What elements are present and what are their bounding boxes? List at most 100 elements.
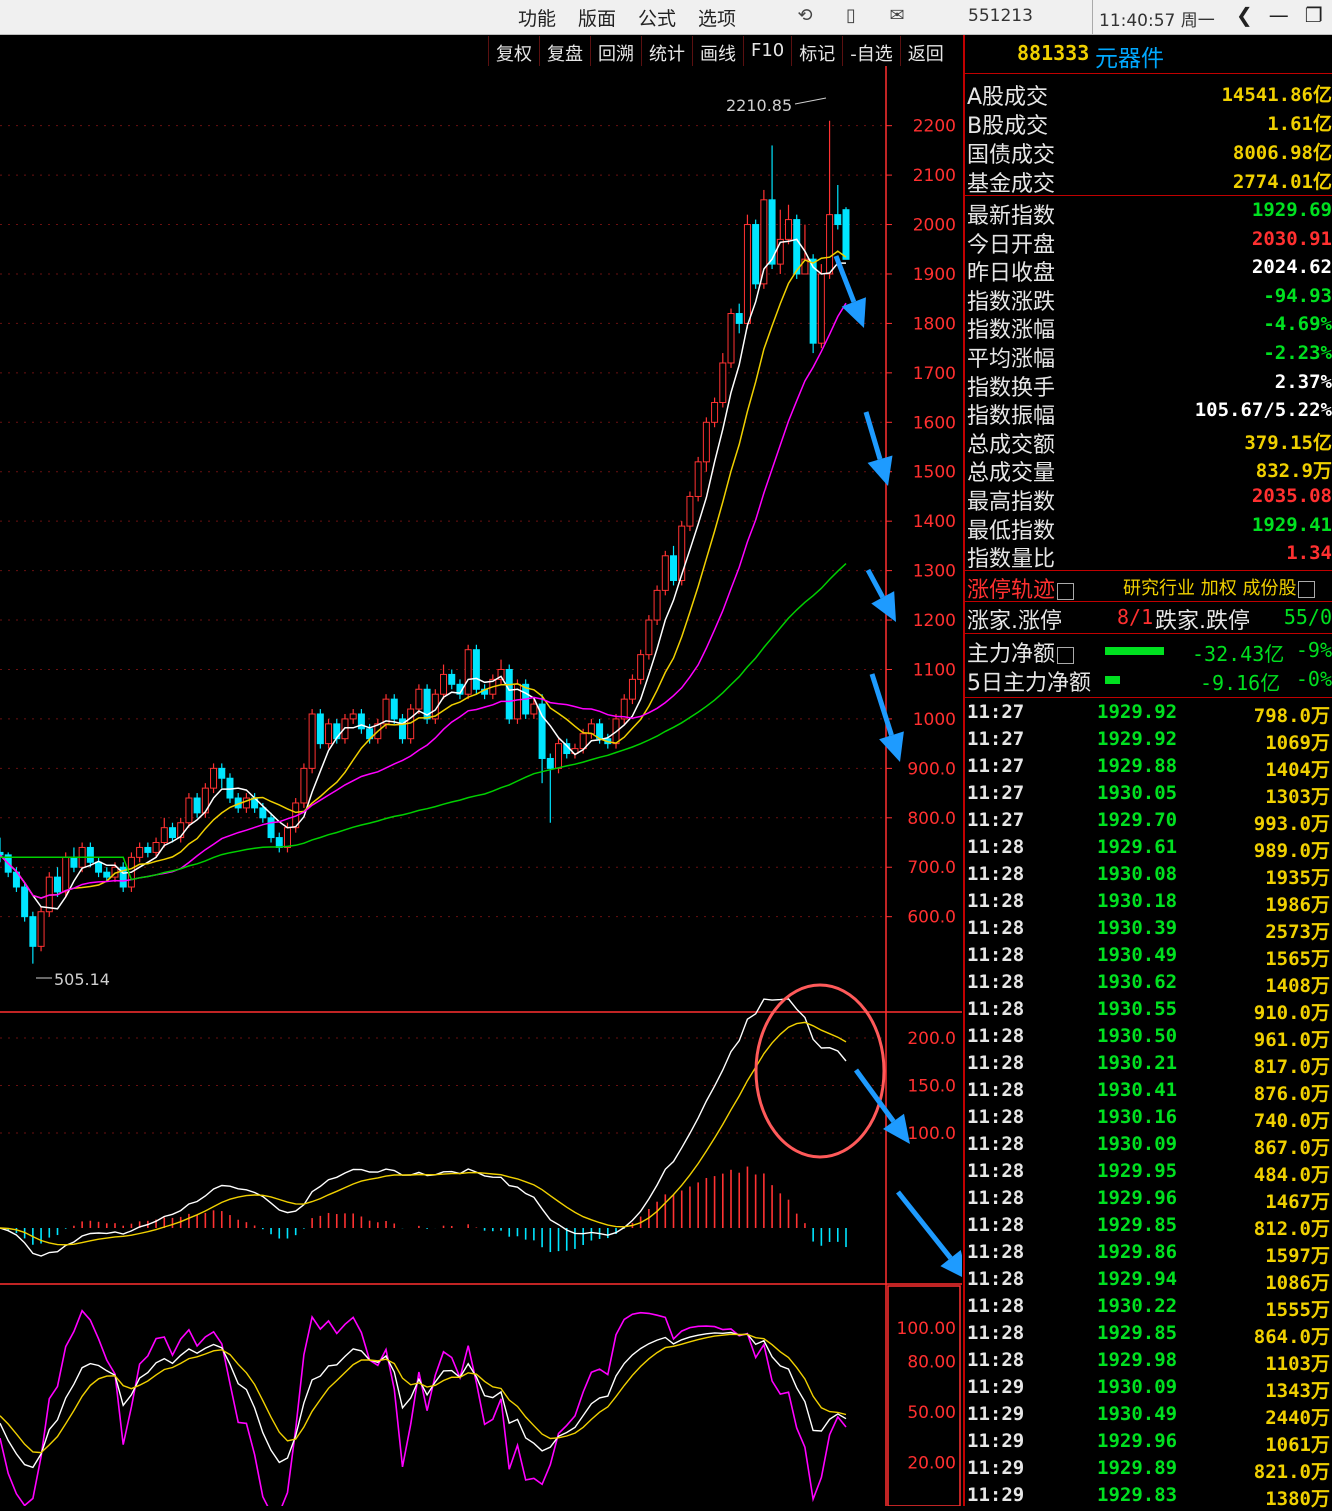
tick-price: 1929.83: [1097, 1484, 1178, 1506]
tick-row: 11:27 1930.05 1303万: [967, 780, 1332, 808]
stat-row: 昨日收盘 2024.62: [967, 255, 1332, 286]
zt-links[interactable]: 研究行业 加权 成份股: [1123, 574, 1316, 600]
candle-body: [743, 224, 751, 324]
candle-body: [185, 797, 193, 824]
market-row-label: A股成交: [967, 85, 1049, 110]
minimize-icon[interactable]: —: [1269, 3, 1289, 27]
highlight-circle: [754, 983, 886, 1159]
annotation-arrowhead: [867, 455, 893, 486]
tick-row: 11:28 1929.96 1467万: [967, 1185, 1332, 1213]
price-tick-label: 1200: [913, 611, 956, 631]
tick-row: 11:28 1929.86 1597万: [967, 1239, 1332, 1267]
market-row-value: 2774.01亿: [1232, 171, 1332, 193]
candle-body: [160, 827, 168, 844]
phone-icon[interactable]: ▯: [840, 5, 862, 27]
toolbar-fupan[interactable]: 复盘: [539, 36, 590, 66]
candle-body: [826, 214, 834, 275]
kdj-tick-label: 50.00: [907, 1403, 956, 1423]
tick-time: 11:28: [967, 836, 1025, 858]
index-name: 元器件: [1095, 46, 1164, 72]
panel-title: 881333 元器件: [965, 35, 1332, 74]
menu-function[interactable]: 功能: [518, 4, 556, 31]
price-tick-label: 900.0: [907, 759, 956, 779]
divider: [965, 195, 1332, 196]
menu-layout[interactable]: 版面: [578, 4, 616, 31]
menu-formula[interactable]: 公式: [638, 4, 676, 31]
tick-volume: 821.0万: [1253, 1461, 1330, 1483]
candle-body: [275, 837, 283, 848]
tick-time: 11:28: [967, 1295, 1025, 1317]
tick-price: 1929.96: [1097, 1187, 1178, 1209]
tick-time: 11:28: [967, 1241, 1025, 1263]
tick-price: 1929.92: [1097, 701, 1178, 723]
dif-line: [0, 998, 847, 1257]
annotation-arrow: [896, 1190, 953, 1260]
kdj-k-line: [0, 1331, 847, 1469]
clock: 11:40:57 周一: [1099, 11, 1215, 31]
refresh-icon[interactable]: ⟲: [794, 5, 816, 27]
kline-chart[interactable]: 2200 2100 2000 1900 1800 1700 1600 1500 1400 1300…: [0, 66, 962, 1506]
toolbar-biaoji[interactable]: 标记: [791, 36, 842, 66]
main-flow5-row: 5日主力净额 -9.16亿 -0%: [967, 665, 1332, 696]
candle-body: [144, 846, 152, 853]
menu-options[interactable]: 选项: [698, 4, 736, 31]
annotation-arrow: [865, 568, 885, 599]
toolbar-tongji[interactable]: 统计: [641, 36, 692, 66]
message-icon[interactable]: ✉: [886, 5, 908, 27]
toolbar-fanhui[interactable]: 返回: [899, 36, 951, 66]
stat-row: 总成交量 832.9万: [967, 455, 1332, 486]
restore-icon[interactable]: ❐: [1305, 3, 1323, 27]
tick-price: 1929.95: [1097, 1160, 1178, 1182]
candle-body: [702, 421, 710, 463]
back-icon[interactable]: ❮: [1236, 3, 1253, 27]
tick-time: 11:28: [967, 944, 1025, 966]
tick-volume: 1343万: [1265, 1380, 1330, 1402]
tick-time: 11:28: [967, 890, 1025, 912]
candle-body: [711, 402, 719, 423]
list-icon[interactable]: [1057, 582, 1075, 600]
stat-row-label: 指数振幅: [967, 404, 1056, 430]
tick-price: 1929.98: [1097, 1349, 1178, 1371]
main-flow-pct: -9%: [1295, 638, 1332, 662]
zt-title[interactable]: 涨停轨迹: [967, 572, 1075, 604]
tick-time: 11:28: [967, 917, 1025, 939]
stat-row: 最新指数 1929.69: [967, 198, 1332, 229]
candle-body: [136, 846, 144, 858]
stat-row-value: 1.34: [1286, 542, 1332, 565]
price-tick-label: 2000: [913, 216, 956, 236]
list-icon[interactable]: [1298, 580, 1316, 598]
toolbar-f10[interactable]: F10: [743, 36, 791, 66]
divider: [965, 570, 1332, 571]
stat-row-value: 2.37%: [1274, 370, 1332, 393]
market-row: B股成交 1.61亿: [967, 108, 1332, 139]
candle-body: [259, 807, 267, 819]
tick-row: 11:28 1929.85 812.0万: [967, 1212, 1332, 1240]
list-icon[interactable]: [1057, 646, 1075, 664]
candle-body: [505, 668, 513, 720]
tick-price: 1930.09: [1097, 1133, 1178, 1155]
main-flow-label[interactable]: 主力净额: [967, 636, 1075, 668]
main-flow5-pct: -0%: [1295, 667, 1332, 691]
tick-row: 11:28 1930.09 867.0万: [967, 1131, 1332, 1159]
toolbar-fuquan[interactable]: 复权: [488, 36, 539, 66]
chart-grid: [0, 66, 962, 1506]
market-row-value: 8006.98亿: [1232, 142, 1332, 164]
candle-body: [86, 846, 94, 863]
toolbar-zixuan[interactable]: -自选: [842, 36, 900, 66]
tick-price: 1930.49: [1097, 1403, 1178, 1425]
tick-list[interactable]: 11:27 1929.92 798.0万 11:27 1929.92 1069万 11:27…: [967, 699, 1332, 1510]
tick-volume: 1303万: [1265, 786, 1330, 808]
annotation-arrow: [869, 673, 894, 737]
market-row-value: 1.61亿: [1267, 113, 1332, 135]
toolbar-huaxian[interactable]: 画线: [692, 36, 743, 66]
tick-time: 11:27: [967, 728, 1025, 750]
price-tick-label: 1100: [913, 660, 956, 680]
price-tick-label: 700.0: [907, 858, 956, 878]
macd-histogram: [7, 1166, 847, 1253]
tick-time: 11:29: [967, 1484, 1025, 1506]
zhang-label: 涨家.涨停: [967, 609, 1062, 634]
stat-row-label: 指数换手: [967, 375, 1056, 401]
candle-body: [530, 703, 538, 715]
tick-price: 1930.09: [1097, 1376, 1178, 1398]
toolbar-huisu[interactable]: 回溯: [590, 36, 641, 66]
